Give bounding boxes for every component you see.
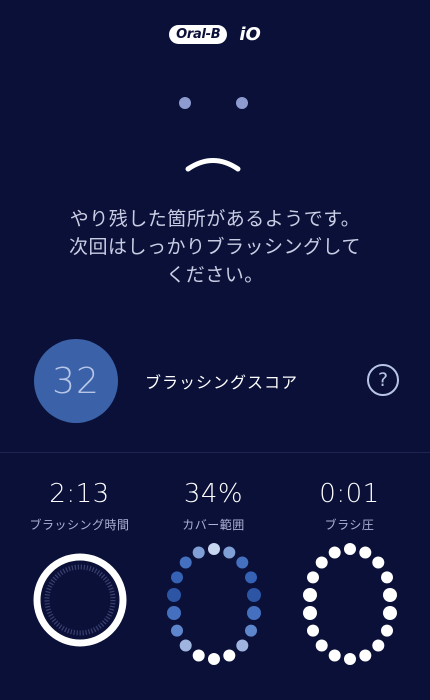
question-icon: ? [377, 369, 389, 391]
message-line: ください。 [166, 264, 264, 286]
pressure-stat: 0:01 ブラシ圧 [278, 478, 421, 533]
score-circle: 32 [34, 339, 118, 423]
brand-header: Oral-B iO [0, 22, 430, 46]
coverage-value: 34% [183, 479, 244, 509]
result-message: やり残した箇所があるようです。 次回はしっかりブラッシングして ください。 [0, 205, 430, 289]
oral-b-logo: Oral-B [169, 24, 228, 44]
message-line: やり残した箇所があるようです。 [69, 208, 361, 230]
coverage-jaw-icon [167, 543, 261, 665]
brushing-time-value: 2:13 [49, 479, 110, 509]
pressure-label: ブラシ圧 [324, 518, 375, 532]
divider [0, 452, 430, 453]
score-label: ブラッシングスコア [145, 373, 299, 392]
pressure-value: 0:01 [319, 479, 380, 509]
io-logo: iO [239, 23, 261, 45]
coverage-stat: 34% カバー範囲 [142, 478, 285, 533]
brushing-time-ring-icon [33, 553, 127, 647]
coverage-label: カバー範囲 [182, 518, 245, 532]
help-button[interactable]: ? [367, 364, 399, 396]
message-line: 次回はしっかりブラッシングして [69, 236, 361, 258]
score-value: 32 [52, 360, 100, 402]
brushing-time-label: ブラッシング時間 [29, 518, 130, 532]
pressure-jaw-icon [303, 543, 397, 665]
brushing-time-stat: 2:13 ブラッシング時間 [8, 478, 151, 533]
sad-face-icon [179, 97, 248, 172]
